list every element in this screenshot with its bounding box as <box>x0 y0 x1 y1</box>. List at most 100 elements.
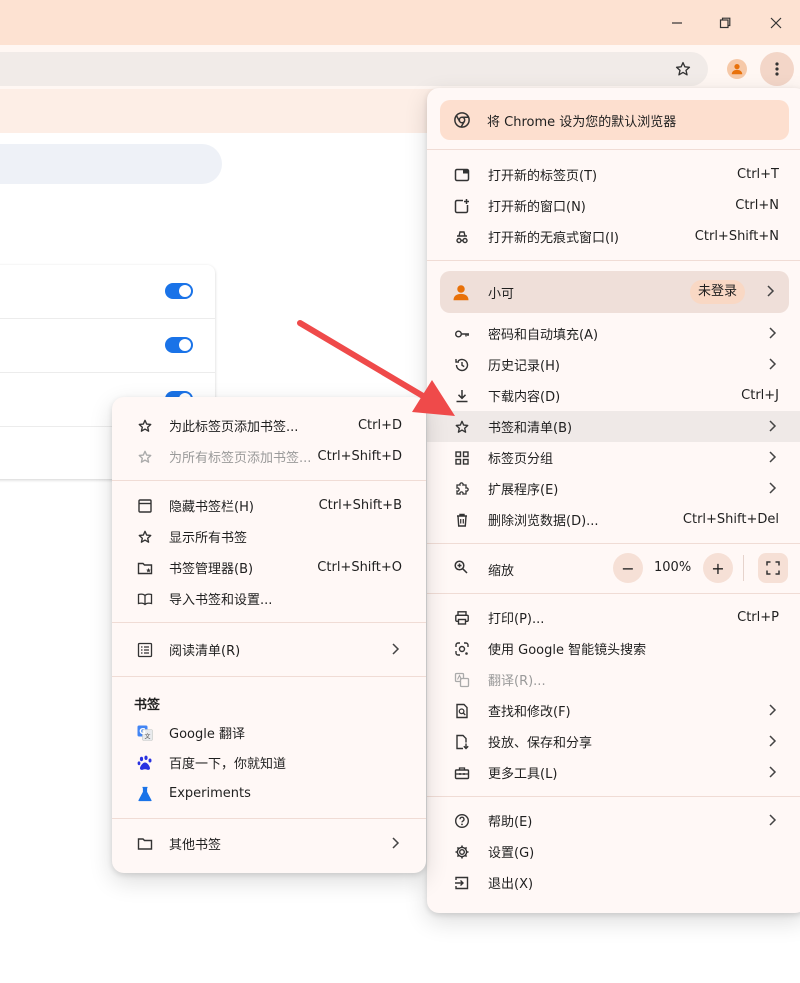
menu-item-new-tab[interactable]: 打开新的标签页(T) Ctrl+T <box>427 159 800 190</box>
shortcut-label: Ctrl+P <box>737 610 779 625</box>
menu-item-other-bookmarks[interactable]: 其他书签 <box>112 828 426 859</box>
settings-search-box[interactable] <box>0 144 222 184</box>
divider <box>112 818 426 819</box>
menu-button[interactable] <box>760 52 794 86</box>
menu-item-passwords[interactable]: 密码和自动填充(A) <box>427 318 800 349</box>
chevron-right-icon <box>767 481 777 495</box>
menu-item-find[interactable]: 查找和修改(F) <box>427 695 800 726</box>
menu-item-label: 隐藏书签栏(H) <box>169 500 254 515</box>
shortcut-label: Ctrl+N <box>735 198 779 213</box>
sign-in-status-badge: 未登录 <box>689 280 745 304</box>
lens-icon <box>453 640 471 658</box>
menu-item-label: 更多工具(L) <box>488 767 558 782</box>
chevron-right-icon <box>765 284 775 298</box>
divider <box>427 543 800 544</box>
menu-item-downloads[interactable]: 下载内容(D) Ctrl+J <box>427 380 800 411</box>
menu-item-print[interactable]: 打印(P)... Ctrl+P <box>427 602 800 633</box>
exit-icon <box>453 874 471 892</box>
menu-item-new-window[interactable]: 打开新的窗口(N) Ctrl+N <box>427 190 800 221</box>
settings-row <box>0 319 215 373</box>
profile-name: 小可 <box>488 286 515 302</box>
menu-item-cast-save-share[interactable]: 投放、保存和分享 <box>427 726 800 757</box>
menu-item-clear-data[interactable]: 删除浏览数据(D)... Ctrl+Shift+Del <box>427 504 800 535</box>
menu-item-label: 帮助(E) <box>488 815 533 830</box>
grid-icon <box>453 449 471 467</box>
menu-item-label: 导入书签和设置... <box>169 593 273 608</box>
menu-item-label: 下载内容(D) <box>488 390 561 405</box>
chevron-right-icon <box>767 357 777 371</box>
menu-item-label: 查找和修改(F) <box>488 705 571 720</box>
profile-button[interactable] <box>721 53 753 85</box>
menu-item-label: 退出(X) <box>488 877 534 892</box>
shortcut-label: Ctrl+Shift+Del <box>682 512 779 527</box>
address-bar[interactable] <box>0 52 708 86</box>
bookmark-item-experiments[interactable]: Experiments <box>112 778 426 809</box>
menu-item-history[interactable]: 历史记录(H) <box>427 349 800 380</box>
menu-item-incognito[interactable]: 打开新的无痕式窗口(I) Ctrl+Shift+N <box>427 221 800 252</box>
divider <box>427 796 800 797</box>
history-icon <box>453 356 471 374</box>
menu-item-reading-list[interactable]: 阅读清单(R) <box>112 634 426 665</box>
download-icon <box>453 387 471 405</box>
menu-item-label: 历史记录(H) <box>488 359 560 374</box>
more-vert-icon <box>775 62 779 76</box>
menu-item-translate[interactable]: 翻译(R)... <box>427 664 800 695</box>
flask-icon <box>136 785 154 803</box>
folder-icon <box>136 835 154 853</box>
close-window-button[interactable] <box>761 8 791 38</box>
menu-item-exit[interactable]: 退出(X) <box>427 867 800 898</box>
menu-item-bookmark-manager[interactable]: 书签管理器(B) Ctrl+Shift+O <box>112 552 426 583</box>
menu-item-more-tools[interactable]: 更多工具(L) <box>427 757 800 788</box>
shortcut-label: Ctrl+Shift+N <box>694 229 779 244</box>
toggle-switch[interactable] <box>165 337 193 353</box>
svg-text:文: 文 <box>144 732 150 740</box>
menu-item-settings[interactable]: 设置(G) <box>427 836 800 867</box>
default-browser-promo[interactable]: 将 Chrome 设为您的默认浏览器 <box>440 100 789 140</box>
restore-button[interactable] <box>710 8 740 38</box>
new-window-icon <box>453 197 471 215</box>
menu-item-tab-groups[interactable]: 标签页分组 <box>427 442 800 473</box>
menu-item-label: 密码和自动填充(A) <box>488 328 599 343</box>
menu-item-extensions[interactable]: 扩展程序(E) <box>427 473 800 504</box>
divider <box>112 480 426 481</box>
menu-item-label: 使用 Google 智能镜头搜索 <box>488 643 647 658</box>
menu-item-bookmark-all-tabs[interactable]: 为所有标签页添加书签... Ctrl+Shift+D <box>112 441 426 472</box>
person-icon <box>452 283 470 301</box>
bookmark-star-button[interactable] <box>667 53 699 85</box>
menu-item-bookmark-this-tab[interactable]: 为此标签页添加书签... Ctrl+D <box>112 410 426 441</box>
fullscreen-button[interactable] <box>758 553 788 583</box>
zoom-in-button[interactable]: + <box>703 553 733 583</box>
bookmark-item-baidu[interactable]: 百度一下，你就知道 <box>112 747 426 778</box>
menu-item-hide-bookmarks-bar[interactable]: 隐藏书签栏(H) Ctrl+Shift+B <box>112 490 426 521</box>
chevron-right-icon <box>767 450 777 464</box>
bookmark-item-google-translate[interactable]: G文 Google 翻译 <box>112 717 426 748</box>
divider <box>743 555 744 581</box>
menu-item-label: 扩展程序(E) <box>488 483 559 498</box>
new-tab-icon <box>453 166 471 184</box>
star-icon <box>453 418 471 436</box>
menu-item-bookmarks[interactable]: 书签和清单(B) <box>427 411 800 442</box>
toolbox-icon <box>453 764 471 782</box>
menu-item-profile[interactable]: 小可 未登录 <box>440 271 789 313</box>
chevron-right-icon <box>767 813 777 827</box>
chevron-right-icon <box>767 326 777 340</box>
menu-item-google-lens[interactable]: 使用 Google 智能镜头搜索 <box>427 633 800 664</box>
menu-item-label: 显示所有书签 <box>169 531 248 546</box>
menu-item-label: 设置(G) <box>488 846 535 861</box>
zoom-out-button[interactable]: − <box>613 553 643 583</box>
menu-item-help[interactable]: 帮助(E) <box>427 805 800 836</box>
shortcut-label: Ctrl+J <box>741 388 779 403</box>
trash-icon <box>453 511 471 529</box>
chevron-right-icon <box>390 642 400 656</box>
menu-item-label: 阅读清单(R) <box>169 644 241 659</box>
menu-item-label: 书签和清单(B) <box>488 421 573 436</box>
bookmark-label: Google 翻译 <box>169 727 245 742</box>
minimize-button[interactable] <box>662 8 692 38</box>
promo-label: 将 Chrome 设为您的默认浏览器 <box>487 114 677 130</box>
baidu-paw-icon <box>136 754 154 772</box>
minus-icon: − <box>621 558 635 578</box>
menu-item-show-all-bookmarks[interactable]: 显示所有书签 <box>112 521 426 552</box>
toggle-switch[interactable] <box>165 283 193 299</box>
menu-item-import-bookmarks[interactable]: 导入书签和设置... <box>112 583 426 614</box>
star-icon <box>136 417 154 435</box>
